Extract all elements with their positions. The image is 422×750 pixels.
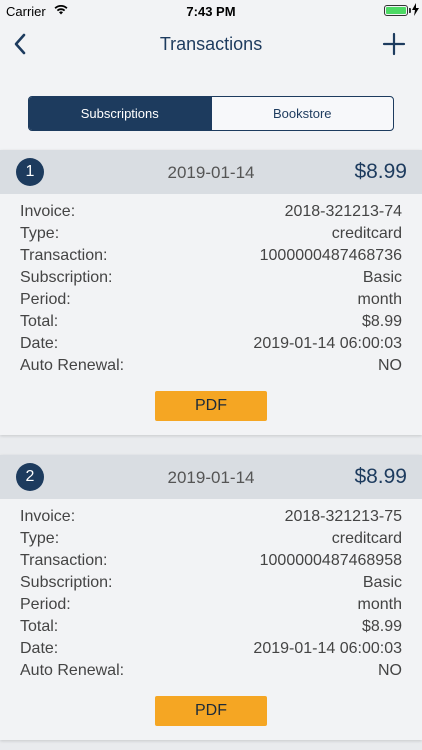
- transaction-row: Transaction: 1000000487468958: [20, 550, 402, 572]
- auto-renewal-row: Auto Renewal: NO: [20, 660, 402, 682]
- invoice-value: 2018-321213-75: [284, 508, 402, 525]
- date-value: 2019-01-14 06:00:03: [253, 335, 402, 352]
- transaction-amount: $8.99: [354, 160, 407, 183]
- transaction-header: 1 2019-01-14 $8.99: [0, 150, 422, 194]
- date-label: Date:: [20, 335, 59, 352]
- invoice-value: 2018-321213-74: [284, 203, 402, 220]
- date-label: Date:: [20, 640, 59, 657]
- total-label: Total:: [20, 313, 59, 330]
- transaction-card: 2 2019-01-14 $8.99 Invoice: 2018-321213-7…: [0, 455, 422, 740]
- type-label: Type:: [20, 530, 60, 547]
- pdf-wrap: PDF: [0, 682, 422, 740]
- period-row: Period: month: [20, 594, 402, 616]
- transaction-label: Transaction:: [20, 552, 108, 569]
- segment-area: Subscriptions Bookstore: [0, 66, 422, 150]
- plus-icon: [382, 32, 406, 56]
- total-row: Total: $8.99: [20, 616, 402, 638]
- total-value: $8.99: [361, 313, 402, 330]
- period-label: Period:: [20, 596, 71, 613]
- tab-bookstore[interactable]: Bookstore: [212, 97, 394, 130]
- battery-icon: [384, 5, 408, 16]
- transaction-value: 1000000487468958: [259, 552, 402, 569]
- subscription-value: Basic: [362, 269, 402, 286]
- type-value: creditcard: [331, 225, 402, 242]
- navigation-bar: Transactions: [0, 22, 422, 66]
- tab-subscriptions[interactable]: Subscriptions: [29, 97, 212, 130]
- total-row: Total: $8.99: [20, 311, 402, 333]
- pdf-button[interactable]: PDF: [155, 696, 267, 726]
- period-label: Period:: [20, 291, 71, 308]
- auto-renewal-value: NO: [378, 357, 402, 374]
- invoice-label: Invoice:: [20, 203, 76, 220]
- transaction-details: Invoice: 2018-321213-75 Type: creditcard T…: [0, 499, 422, 682]
- invoice-row: Invoice: 2018-321213-74: [20, 201, 402, 223]
- pdf-wrap: PDF: [0, 377, 422, 435]
- type-row: Type: creditcard: [20, 223, 402, 245]
- type-label: Type:: [20, 225, 60, 242]
- pdf-button[interactable]: PDF: [155, 391, 267, 421]
- auto-renewal-label: Auto Renewal:: [20, 357, 125, 374]
- transaction-amount: $8.99: [354, 465, 407, 488]
- period-row: Period: month: [20, 289, 402, 311]
- transaction-header: 2 2019-01-14 $8.99: [0, 455, 422, 499]
- total-value: $8.99: [361, 618, 402, 635]
- subscription-row: Subscription: Basic: [20, 267, 402, 289]
- subscription-label: Subscription:: [20, 269, 113, 286]
- transaction-card: 1 2019-01-14 $8.99 Invoice: 2018-321213-7…: [0, 150, 422, 435]
- total-label: Total:: [20, 618, 59, 635]
- auto-renewal-label: Auto Renewal:: [20, 662, 125, 679]
- status-bar: Carrier 7:43 PM: [0, 0, 422, 22]
- subscription-row: Subscription: Basic: [20, 572, 402, 594]
- subscription-label: Subscription:: [20, 574, 113, 591]
- date-row: Date: 2019-01-14 06:00:03: [20, 638, 402, 660]
- subscription-value: Basic: [362, 574, 402, 591]
- charging-bolt-icon: [412, 3, 419, 16]
- transaction-value: 1000000487468736: [259, 247, 402, 264]
- type-row: Type: creditcard: [20, 528, 402, 550]
- auto-renewal-value: NO: [378, 662, 402, 679]
- period-value: month: [357, 291, 402, 308]
- battery-tip: [409, 8, 411, 13]
- period-value: month: [357, 596, 402, 613]
- auto-renewal-row: Auto Renewal: NO: [20, 355, 402, 377]
- add-button[interactable]: [380, 30, 408, 58]
- date-row: Date: 2019-01-14 06:00:03: [20, 333, 402, 355]
- page-title: Transactions: [159, 34, 263, 54]
- type-value: creditcard: [331, 530, 402, 547]
- invoice-label: Invoice:: [20, 508, 76, 525]
- clock: 7:43 PM: [186, 4, 236, 19]
- invoice-row: Invoice: 2018-321213-75: [20, 506, 402, 528]
- segmented-control: Subscriptions Bookstore: [28, 96, 394, 131]
- transaction-label: Transaction:: [20, 247, 108, 264]
- date-value: 2019-01-14 06:00:03: [253, 640, 402, 657]
- transaction-details: Invoice: 2018-321213-74 Type: creditcard T…: [0, 194, 422, 377]
- transaction-row: Transaction: 1000000487468736: [20, 245, 402, 267]
